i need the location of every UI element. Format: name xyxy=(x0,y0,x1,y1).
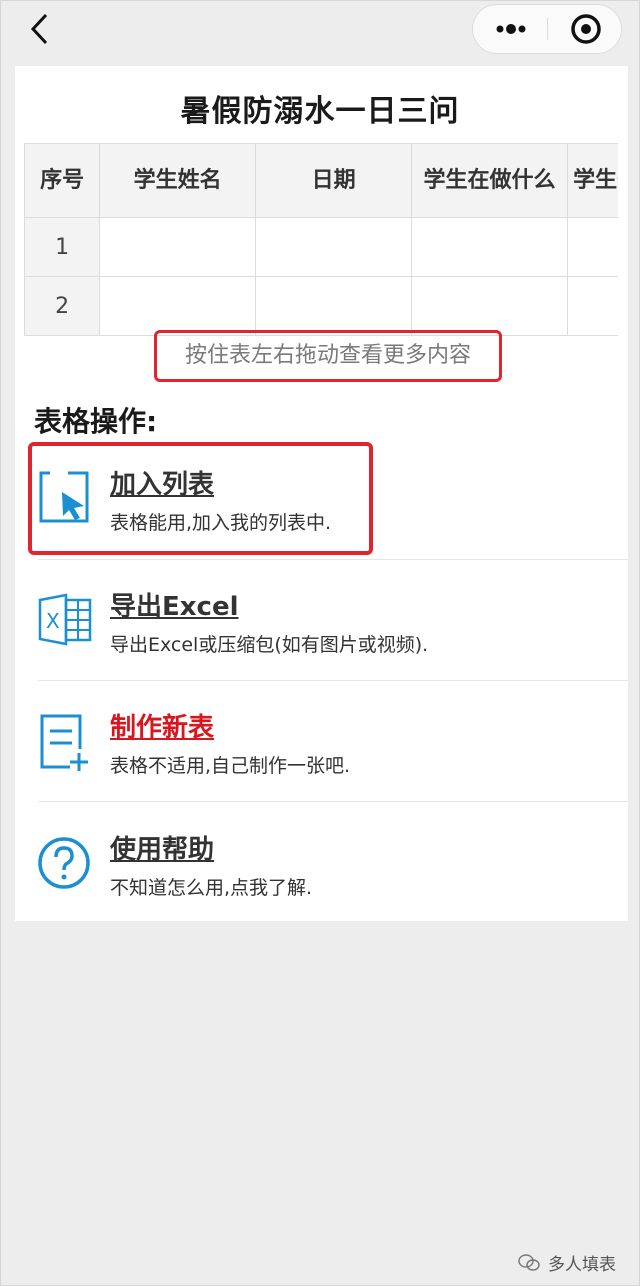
operation-desc: 表格不适用,自己制作一张吧. xyxy=(110,755,351,777)
chevron-left-icon xyxy=(30,13,48,45)
excel-icon: X xyxy=(38,592,94,652)
operations-title: 表格操作: xyxy=(34,405,158,438)
row-number: 1 xyxy=(24,217,101,277)
close-button[interactable] xyxy=(548,5,622,53)
table-scroll-area[interactable]: 序号 学生姓名 日期 学生在做什么 学生去哪儿了? 1 2 xyxy=(24,143,618,337)
create-new-table-button[interactable]: 制作新表 表格不适用,自己制作一张吧. xyxy=(38,713,628,833)
operation-desc: 导出Excel或压缩包(如有图片或视频). xyxy=(110,634,429,656)
row-number: 2 xyxy=(24,276,101,336)
new-sheet-icon xyxy=(38,713,94,773)
column-header: 学生在做什么 xyxy=(411,143,569,218)
more-dots-icon xyxy=(496,24,526,34)
watermark: 多人填表 xyxy=(518,1250,616,1275)
back-button[interactable] xyxy=(26,12,56,46)
data-table: 序号 学生姓名 日期 学生在做什么 学生去哪儿了? 1 2 xyxy=(24,143,618,336)
table-cell[interactable] xyxy=(411,276,569,336)
operation-name: 导出Excel xyxy=(110,592,239,622)
table-cell[interactable] xyxy=(567,217,618,277)
wechat-icon xyxy=(518,1253,540,1271)
highlight-box xyxy=(28,442,373,555)
divider xyxy=(38,801,628,802)
column-header: 日期 xyxy=(255,143,413,218)
help-icon xyxy=(38,835,94,895)
table-cell[interactable] xyxy=(255,217,413,277)
table-cell[interactable] xyxy=(99,217,257,277)
mini-program-capsule xyxy=(472,4,622,54)
column-header: 学生姓名 xyxy=(99,143,257,218)
watermark-text: 多人填表 xyxy=(548,1255,616,1275)
scroll-hint: 按住表左右拖动查看更多内容 xyxy=(154,330,502,382)
divider xyxy=(38,559,628,560)
table-cell[interactable] xyxy=(255,276,413,336)
divider xyxy=(38,680,628,681)
export-excel-button[interactable]: X 导出Excel 导出Excel或压缩包(如有图片或视频). xyxy=(38,592,628,712)
help-button[interactable]: 使用帮助 不知道怎么用,点我了解. xyxy=(38,835,628,955)
column-header: 序号 xyxy=(24,143,101,218)
operation-name: 制作新表 xyxy=(110,713,215,743)
table-row: 2 xyxy=(24,276,618,336)
operation-name: 使用帮助 xyxy=(110,835,215,865)
column-header: 学生去哪儿了? xyxy=(567,143,618,218)
table-cell[interactable] xyxy=(567,276,618,336)
table-row: 1 xyxy=(24,217,618,277)
operation-desc: 不知道怎么用,点我了解. xyxy=(110,877,313,899)
table-cell[interactable] xyxy=(411,217,569,277)
svg-text:X: X xyxy=(46,609,60,633)
more-button[interactable] xyxy=(473,5,547,53)
table-cell[interactable] xyxy=(99,276,257,336)
table-header-row: 序号 学生姓名 日期 学生在做什么 学生去哪儿了? xyxy=(24,143,618,218)
target-circle-icon xyxy=(571,14,601,44)
page-title: 暑假防溺水一日三问 xyxy=(180,94,460,129)
